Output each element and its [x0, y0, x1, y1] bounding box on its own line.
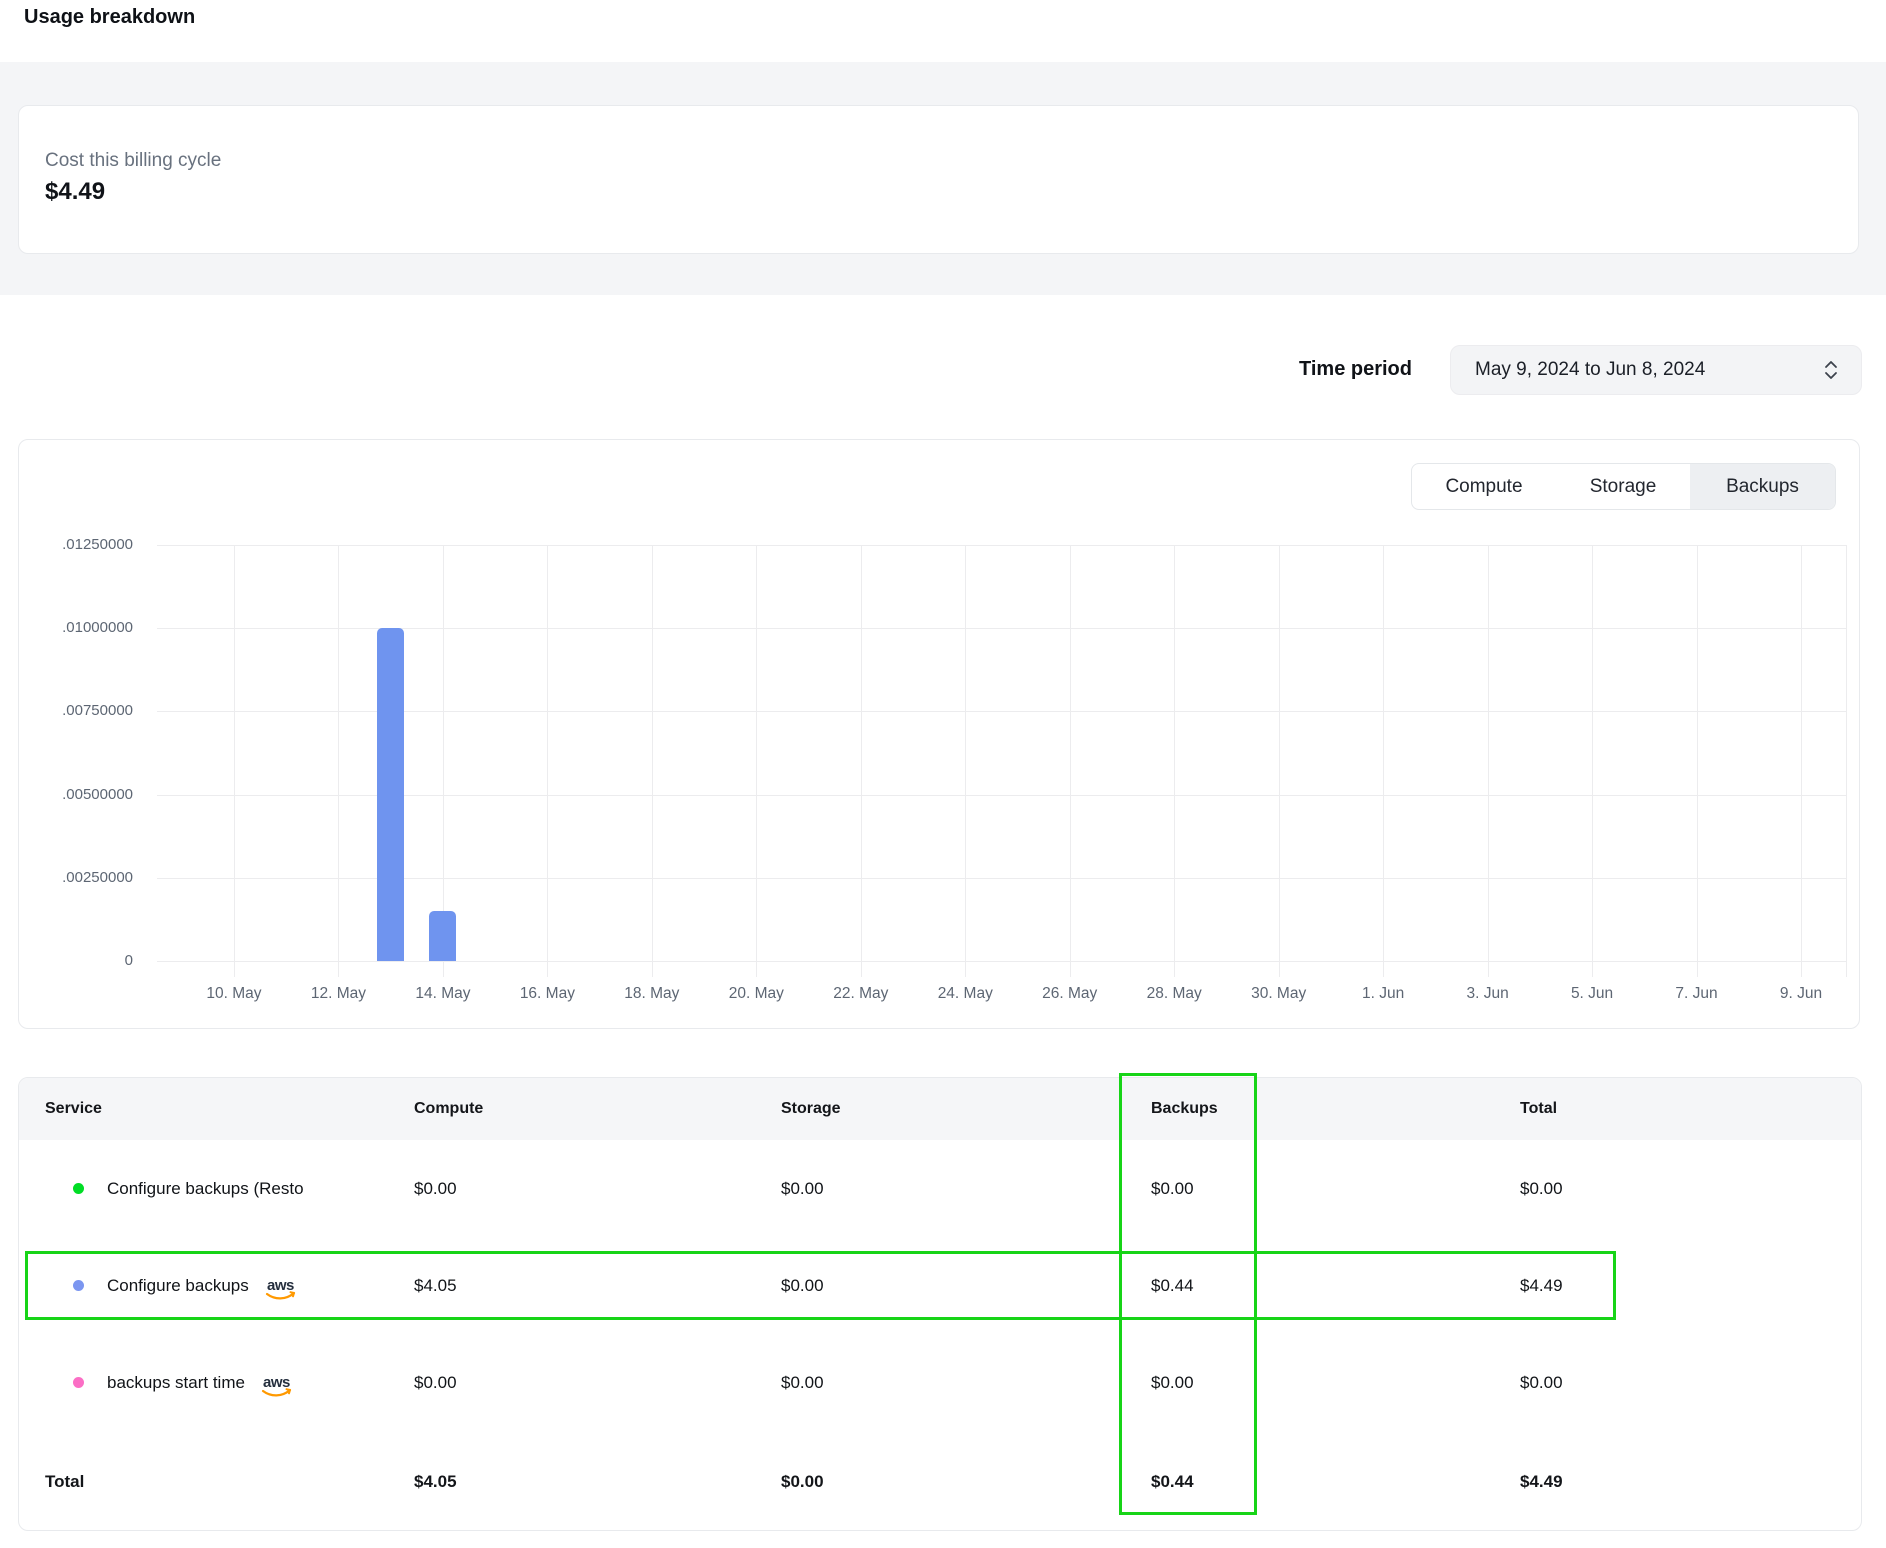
tab-storage[interactable]: Storage	[1556, 464, 1690, 509]
compute-value: $4.05	[414, 1276, 781, 1296]
cost-summary-card: Cost this billing cycle $4.49	[18, 105, 1859, 254]
time-period-value: May 9, 2024 to Jun 8, 2024	[1475, 359, 1823, 381]
backups-total: $0.44	[1151, 1472, 1520, 1492]
service-name: backups start time	[107, 1373, 245, 1393]
col-header-backups: Backups	[1151, 1100, 1520, 1118]
service-name: Configure backups	[107, 1276, 249, 1296]
backups-bar-chart: .01250000 .01000000 .00750000 .00500000 .002…	[19, 440, 1861, 1030]
backups-value: $0.00	[1151, 1179, 1520, 1199]
storage-value: $0.00	[781, 1373, 1151, 1393]
y-axis-label: .01250000	[19, 536, 133, 553]
compute-value: $0.00	[414, 1373, 781, 1393]
x-axis-label: 28. May	[1122, 985, 1226, 1003]
x-axis-label: 30. May	[1227, 985, 1331, 1003]
x-gridline	[1174, 545, 1175, 977]
time-period-select[interactable]: May 9, 2024 to Jun 8, 2024	[1450, 345, 1862, 395]
x-gridline	[1279, 545, 1280, 977]
x-gridline	[547, 545, 548, 977]
x-gridline	[1488, 545, 1489, 977]
x-gridline	[338, 545, 339, 977]
total-value: $0.00	[1520, 1179, 1861, 1199]
col-header-storage: Storage	[781, 1100, 1151, 1118]
table-row: Configure backups aws $4.05 $0.00 $0.44 …	[19, 1237, 1861, 1334]
x-gridline	[1697, 545, 1698, 977]
table-row: Configure backups (Resto $0.00 $0.00 $0.…	[19, 1140, 1861, 1237]
tab-backups[interactable]: Backups	[1690, 464, 1835, 509]
summary-section: Cost this billing cycle $4.49	[0, 62, 1886, 295]
x-gridline	[965, 545, 966, 977]
x-axis-label: 16. May	[495, 985, 599, 1003]
x-axis-label: 18. May	[600, 985, 704, 1003]
x-axis-label: 10. May	[182, 985, 286, 1003]
plot-right-border	[1846, 545, 1847, 977]
time-period-label: Time period	[1200, 358, 1412, 381]
usage-bar[interactable]	[429, 911, 456, 961]
col-header-service: Service	[19, 1100, 414, 1118]
table-row: backups start time aws $0.00 $0.00 $0.00…	[19, 1334, 1861, 1431]
x-gridline	[1383, 545, 1384, 977]
x-axis-label: 3. Jun	[1436, 985, 1540, 1003]
series-dot-green	[73, 1183, 84, 1194]
usage-bar[interactable]	[377, 628, 404, 961]
x-gridline	[1592, 545, 1593, 977]
x-gridline	[1801, 545, 1802, 977]
x-axis-label: 22. May	[809, 985, 913, 1003]
total-value: $4.49	[1520, 1276, 1861, 1296]
y-axis-label: 0	[19, 952, 133, 969]
storage-value: $0.00	[781, 1276, 1151, 1296]
y-axis-label: .00750000	[19, 702, 133, 719]
cost-cycle-value: $4.49	[45, 178, 105, 206]
x-gridline	[1070, 545, 1071, 977]
service-name: Configure backups (Resto	[107, 1179, 304, 1199]
select-chevron-icon	[1823, 359, 1839, 381]
table-total-row: Total $4.05 $0.00 $0.44 $4.49	[19, 1431, 1861, 1531]
backups-value: $0.00	[1151, 1373, 1520, 1393]
chart-metric-tabs: Compute Storage Backups	[1411, 463, 1836, 510]
storage-value: $0.00	[781, 1179, 1151, 1199]
y-axis-label: .00500000	[19, 786, 133, 803]
col-header-compute: Compute	[414, 1100, 781, 1118]
total-value: $0.00	[1520, 1373, 1861, 1393]
tab-compute[interactable]: Compute	[1412, 464, 1556, 509]
compute-total: $4.05	[414, 1472, 781, 1492]
x-axis-label: 26. May	[1018, 985, 1122, 1003]
table-header-row: Service Compute Storage Backups Total	[19, 1078, 1861, 1140]
cost-cycle-label: Cost this billing cycle	[45, 150, 221, 172]
x-axis-label: 20. May	[704, 985, 808, 1003]
x-axis-label: 9. Jun	[1749, 985, 1853, 1003]
x-gridline	[234, 545, 235, 977]
aws-logo-icon: aws	[259, 1372, 295, 1400]
usage-table: Service Compute Storage Backups Total Co…	[18, 1077, 1862, 1531]
col-header-total: Total	[1520, 1100, 1861, 1118]
x-axis-label: 12. May	[286, 985, 390, 1003]
usage-chart-card: .01250000 .01000000 .00750000 .00500000 .002…	[18, 439, 1860, 1029]
grand-total: $4.49	[1520, 1472, 1861, 1492]
series-dot-blue	[73, 1280, 84, 1291]
total-row-label: Total	[19, 1472, 414, 1492]
series-dot-pink	[73, 1377, 84, 1388]
x-axis-label: 7. Jun	[1645, 985, 1749, 1003]
compute-value: $0.00	[414, 1179, 781, 1199]
storage-total: $0.00	[781, 1472, 1151, 1492]
x-axis-label: 1. Jun	[1331, 985, 1435, 1003]
x-gridline	[861, 545, 862, 977]
y-axis-label: .01000000	[19, 619, 133, 636]
x-axis-label: 24. May	[913, 985, 1017, 1003]
y-axis-label: .00250000	[19, 869, 133, 886]
x-gridline	[652, 545, 653, 977]
x-gridline	[756, 545, 757, 977]
page-title: Usage breakdown	[24, 6, 195, 29]
aws-logo-icon: aws	[263, 1275, 299, 1303]
x-axis-label: 14. May	[391, 985, 495, 1003]
backups-value: $0.44	[1151, 1276, 1520, 1296]
x-axis-label: 5. Jun	[1540, 985, 1644, 1003]
